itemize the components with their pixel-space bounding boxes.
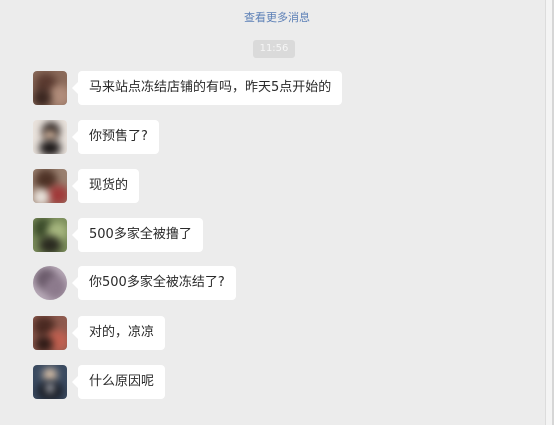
avatar[interactable]	[33, 120, 67, 154]
avatar[interactable]	[33, 71, 67, 105]
avatar[interactable]	[33, 365, 67, 399]
message-bubble: 500多家全被撸了	[72, 218, 203, 252]
view-more-messages-link[interactable]: 查看更多消息	[0, 9, 554, 25]
avatar[interactable]	[33, 266, 67, 300]
message-bubble: 现货的	[71, 169, 140, 203]
avatar[interactable]	[33, 316, 67, 350]
scrollbar[interactable]	[545, 0, 552, 425]
message-bubble: 什么原因呢	[71, 365, 166, 399]
avatar[interactable]	[33, 218, 67, 252]
message-bubble: 马来站点冻结店铺的有吗，昨天5点开始的	[71, 71, 343, 105]
message-bubble: 对的，凉凉	[71, 316, 166, 350]
message-bubble: 你预售了?	[72, 120, 159, 154]
message-bubble: 你500多家全被冻结了?	[72, 266, 236, 300]
avatar[interactable]	[33, 169, 67, 203]
chat-window: 查看更多消息 11:56 马来站点冻结店铺的有吗，昨天5点开始的 你预售了? 现…	[0, 0, 554, 425]
message-timestamp: 11:56	[253, 40, 295, 58]
